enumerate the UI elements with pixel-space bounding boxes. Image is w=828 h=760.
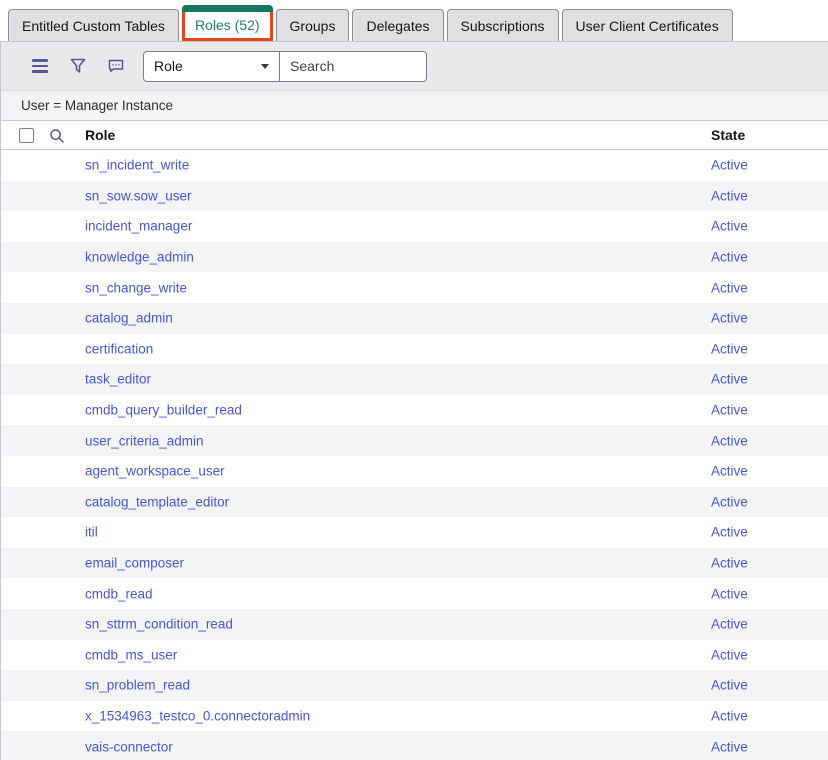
active-tab-indicator: [182, 5, 273, 12]
table-row: knowledge_admin Active: [1, 242, 828, 273]
role-link[interactable]: email_composer: [85, 556, 184, 571]
tab-delegates[interactable]: Delegates: [352, 9, 443, 41]
role-link[interactable]: task_editor: [85, 372, 151, 387]
state-link[interactable]: Active: [711, 586, 748, 601]
role-link[interactable]: itil: [85, 525, 98, 540]
role-link[interactable]: knowledge_admin: [85, 250, 194, 265]
table-row: x_1534963_testco_0.connectoradmin Active: [1, 701, 828, 732]
filter-button[interactable]: [59, 50, 97, 82]
state-link[interactable]: Active: [711, 188, 748, 203]
list-header: Role State: [1, 121, 828, 150]
search-field-dropdown[interactable]: Role: [143, 51, 280, 82]
state-link[interactable]: Active: [711, 494, 748, 509]
tab-label: Roles (52): [195, 17, 260, 33]
caret-down-icon: [261, 64, 269, 69]
tab-user-client-certificates[interactable]: User Client Certificates: [562, 9, 733, 41]
tab-bar: Entitled Custom Tables Roles (52) Groups De…: [0, 0, 828, 42]
search-field-dropdown-value: Role: [154, 58, 183, 74]
tab-groups[interactable]: Groups: [276, 9, 350, 41]
role-link[interactable]: sn_sttrm_condition_read: [85, 617, 233, 632]
table-row: cmdb_read Active: [1, 578, 828, 609]
tab-panel: Role User = Manager Instance Role State …: [0, 42, 828, 760]
table-row: task_editor Active: [1, 364, 828, 395]
role-link[interactable]: sn_problem_read: [85, 678, 190, 693]
state-link[interactable]: Active: [711, 647, 748, 662]
tab-label: User Client Certificates: [576, 18, 719, 34]
role-link[interactable]: cmdb_query_builder_read: [85, 403, 242, 418]
tab-label: Groups: [290, 18, 336, 34]
column-header-role[interactable]: Role: [85, 127, 115, 143]
tab-label: Subscriptions: [461, 18, 545, 34]
menu-button[interactable]: [21, 50, 59, 82]
state-link[interactable]: Active: [711, 678, 748, 693]
role-link[interactable]: vais-connector: [85, 739, 173, 754]
role-link[interactable]: user_criteria_admin: [85, 433, 204, 448]
state-link[interactable]: Active: [711, 617, 748, 632]
tab-subscriptions[interactable]: Subscriptions: [447, 9, 559, 41]
state-link[interactable]: Active: [711, 280, 748, 295]
role-link[interactable]: x_1534963_testco_0.connectoradmin: [85, 708, 310, 723]
filter-breadcrumb[interactable]: User = Manager Instance: [1, 91, 828, 121]
table-row: sn_change_write Active: [1, 272, 828, 303]
table-row: email_composer Active: [1, 548, 828, 579]
table-row: catalog_template_editor Active: [1, 487, 828, 518]
table-row: catalog_admin Active: [1, 303, 828, 334]
table-row: sn_problem_read Active: [1, 670, 828, 701]
role-link[interactable]: sn_change_write: [85, 280, 187, 295]
table-row: itil Active: [1, 517, 828, 548]
role-link[interactable]: sn_sow.sow_user: [85, 188, 192, 203]
state-link[interactable]: Active: [711, 556, 748, 571]
menu-icon: [32, 59, 48, 73]
comments-button[interactable]: [97, 50, 135, 82]
role-link[interactable]: catalog_template_editor: [85, 494, 229, 509]
state-link[interactable]: Active: [711, 739, 748, 754]
table-row: incident_manager Active: [1, 211, 828, 242]
role-link[interactable]: sn_incident_write: [85, 158, 189, 173]
tab-label: Delegates: [366, 18, 429, 34]
state-link[interactable]: Active: [711, 525, 748, 540]
state-link[interactable]: Active: [711, 158, 748, 173]
state-link[interactable]: Active: [711, 250, 748, 265]
filter-breadcrumb-text: User = Manager Instance: [21, 98, 173, 113]
state-link[interactable]: Active: [711, 372, 748, 387]
list-rows: sn_incident_write Active sn_sow.sow_user Ac…: [1, 150, 828, 760]
state-link[interactable]: Active: [711, 403, 748, 418]
role-link[interactable]: certification: [85, 341, 153, 356]
role-link[interactable]: cmdb_ms_user: [85, 647, 177, 662]
role-link[interactable]: incident_manager: [85, 219, 192, 234]
column-header-state[interactable]: State: [711, 127, 745, 143]
table-row: cmdb_query_builder_read Active: [1, 395, 828, 426]
role-link[interactable]: cmdb_read: [85, 586, 153, 601]
state-link[interactable]: Active: [711, 433, 748, 448]
state-link[interactable]: Active: [711, 219, 748, 234]
search-icon[interactable]: [49, 128, 65, 144]
list-toolbar: Role: [1, 42, 828, 91]
state-link[interactable]: Active: [711, 464, 748, 479]
state-link[interactable]: Active: [711, 341, 748, 356]
table-row: sn_sttrm_condition_read Active: [1, 609, 828, 640]
table-row: sn_sow.sow_user Active: [1, 181, 828, 212]
state-link[interactable]: Active: [711, 708, 748, 723]
comments-icon: [107, 57, 125, 75]
table-row: vais-connector Active: [1, 731, 828, 760]
search-input[interactable]: [279, 51, 427, 82]
table-row: user_criteria_admin Active: [1, 425, 828, 456]
table-row: cmdb_ms_user Active: [1, 640, 828, 671]
tab-label: Entitled Custom Tables: [22, 18, 165, 34]
table-row: certification Active: [1, 334, 828, 365]
role-link[interactable]: agent_workspace_user: [85, 464, 225, 479]
table-row: sn_incident_write Active: [1, 150, 828, 181]
tab-roles-52[interactable]: Roles (52): [182, 9, 273, 41]
tab-entitled-custom-tables[interactable]: Entitled Custom Tables: [8, 9, 179, 41]
role-link[interactable]: catalog_admin: [85, 311, 173, 326]
state-link[interactable]: Active: [711, 311, 748, 326]
table-row: agent_workspace_user Active: [1, 456, 828, 487]
filter-icon: [69, 57, 87, 75]
select-all-checkbox[interactable]: [19, 128, 34, 143]
